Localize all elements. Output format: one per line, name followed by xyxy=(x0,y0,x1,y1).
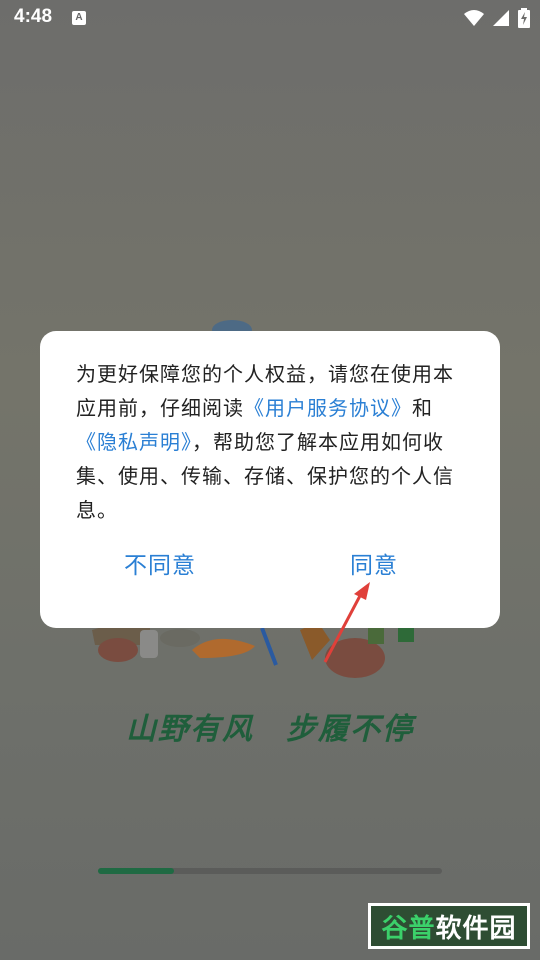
terms-link[interactable]: 《用户服务协议》 xyxy=(244,396,412,420)
progress-fill xyxy=(98,868,174,874)
watermark-part-1: 谷普 xyxy=(381,913,436,944)
agree-button[interactable]: 同意 xyxy=(350,546,398,580)
red-arrow-annotation xyxy=(323,582,370,663)
battery-icon xyxy=(518,8,530,28)
wifi-icon xyxy=(464,10,484,26)
progress-bar xyxy=(98,868,442,874)
watermark-part-2: 软件园 xyxy=(435,913,517,944)
privacy-link[interactable]: 《隐私声明》 xyxy=(76,430,192,454)
slogan: 山野有风 步履不停 xyxy=(126,712,414,747)
notification-icon: A xyxy=(72,11,86,25)
dialog-text-2: 和 xyxy=(412,396,433,420)
signal-icon xyxy=(493,10,509,26)
status-bar: 4:48 A xyxy=(0,0,540,38)
disagree-button[interactable]: 不同意 xyxy=(124,546,196,580)
dialog-message: 为更好保障您的个人权益，请您在使用本应用前，仔细阅读《用户服务协议》和《隐私声明… xyxy=(76,357,466,527)
watermark-logo: 谷普软件园 xyxy=(368,903,530,949)
status-time: 4:48 xyxy=(14,6,53,27)
